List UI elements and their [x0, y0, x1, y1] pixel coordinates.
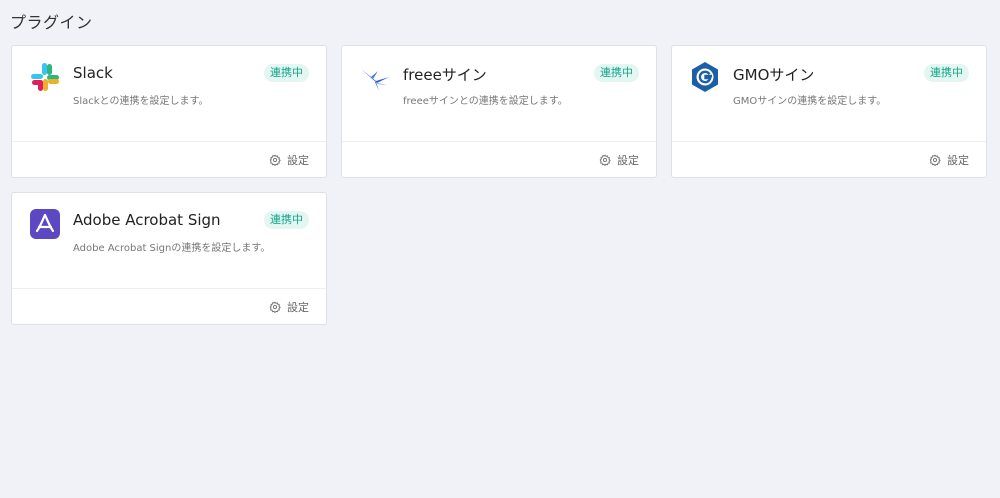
- slack-icon: [29, 61, 61, 93]
- status-badge: 連携中: [264, 64, 309, 82]
- gear-icon: [269, 154, 281, 166]
- card-footer: 設定: [342, 141, 656, 177]
- settings-button-slack[interactable]: 設定: [269, 152, 309, 168]
- card-footer: 設定: [12, 141, 326, 177]
- plugin-name: Adobe Acrobat Sign: [73, 211, 221, 229]
- plugin-card-gmo-sign: GMOサイン 連携中 GMOサインの連携を設定します。 設定: [671, 45, 987, 178]
- settings-button-freee-sign[interactable]: 設定: [599, 152, 639, 168]
- gear-icon: [269, 301, 281, 313]
- freee-sign-icon: [359, 61, 391, 93]
- page-title: プラグイン: [10, 13, 93, 32]
- status-badge: 連携中: [594, 64, 639, 82]
- settings-label: 設定: [947, 154, 969, 167]
- plugin-description: Slackとの連携を設定します。: [73, 96, 209, 107]
- settings-label: 設定: [287, 301, 309, 314]
- card-footer: 設定: [12, 288, 326, 324]
- plugin-name: freeeサイン: [403, 66, 487, 84]
- settings-button-gmo-sign[interactable]: 設定: [929, 152, 969, 168]
- gear-icon: [929, 154, 941, 166]
- plugin-card-adobe-acrobat-sign: Adobe Acrobat Sign 連携中 Adobe Acrobat Sig…: [11, 192, 327, 325]
- plugin-description: GMOサインの連携を設定します。: [733, 96, 887, 107]
- plugin-card-freee-sign: freeeサイン 連携中 freeeサインとの連携を設定します。 設定: [341, 45, 657, 178]
- status-badge: 連携中: [924, 64, 969, 82]
- settings-label: 設定: [617, 154, 639, 167]
- status-badge: 連携中: [264, 211, 309, 229]
- plugin-name: GMOサイン: [733, 66, 815, 84]
- plugin-description: freeeサインとの連携を設定します。: [403, 96, 568, 107]
- gmo-sign-icon: [689, 61, 721, 93]
- adobe-acrobat-sign-icon: [29, 208, 61, 240]
- gear-icon: [599, 154, 611, 166]
- plugin-name: Slack: [73, 64, 113, 82]
- plugin-description: Adobe Acrobat Signの連携を設定します。: [73, 243, 271, 254]
- card-footer: 設定: [672, 141, 986, 177]
- plugin-card-slack: Slack 連携中 Slackとの連携を設定します。 設定: [11, 45, 327, 178]
- settings-button-adobe-acrobat-sign[interactable]: 設定: [269, 299, 309, 315]
- settings-label: 設定: [287, 154, 309, 167]
